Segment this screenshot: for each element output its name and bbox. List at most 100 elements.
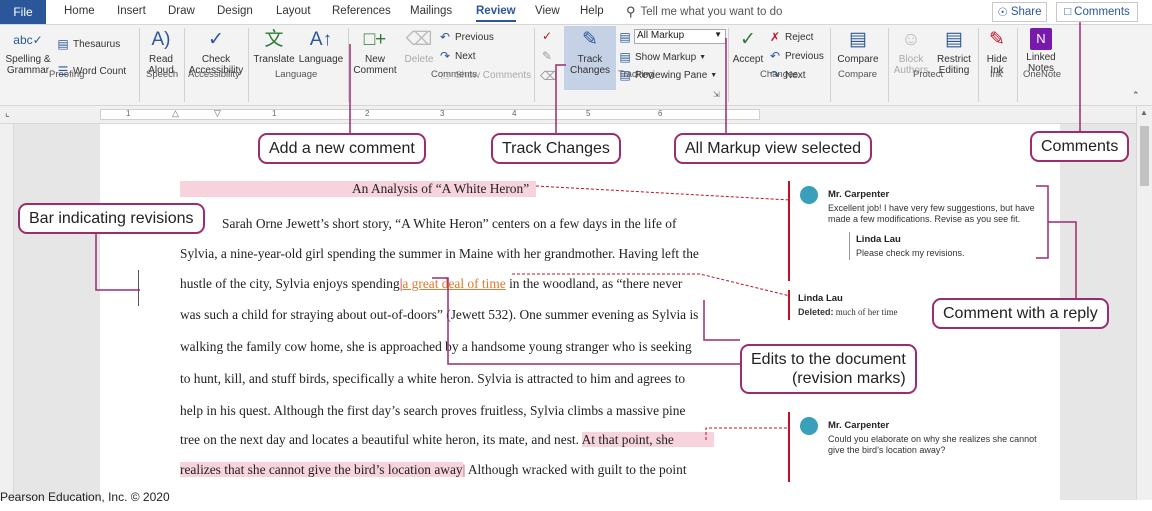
spelling-label-1: Spelling & — [5, 54, 51, 65]
paragraph-line[interactable]: tree on the next day and locates a beaut… — [180, 432, 714, 448]
tab-file[interactable]: File — [0, 0, 46, 24]
first-line-indent-icon[interactable]: ▽ — [214, 108, 221, 119]
tab-draw[interactable]: Draw — [168, 5, 195, 17]
previous-comment-button[interactable]: ↶ Previous — [438, 30, 494, 44]
paragraph-line[interactable]: realizes that she cannot give the bird’s… — [180, 462, 687, 478]
chevron-down-icon: ▼ — [714, 30, 722, 39]
tab-selector-icon[interactable]: ⌞ — [5, 108, 10, 119]
comment-icon: □ — [1064, 6, 1072, 18]
tab-layout[interactable]: Layout — [276, 5, 311, 17]
comments-button[interactable]: □ Comments — [1056, 2, 1138, 22]
new-comment-button[interactable]: □+ New Comment — [350, 28, 400, 76]
paragraph-line[interactable]: to hunt, kill, and stuff birds, specific… — [180, 371, 685, 387]
accept-label: Accept — [732, 54, 764, 65]
document-title[interactable]: An Analysis of “A White Heron” — [352, 181, 529, 197]
ruler-number: 3 — [440, 109, 445, 118]
comment-author: Mr. Carpenter — [828, 420, 890, 431]
pen-icon[interactable]: ✎ — [540, 49, 554, 63]
ruler-number: 4 — [512, 109, 517, 118]
next-comment-button[interactable]: ↷ Next — [438, 49, 476, 63]
group-divider — [348, 28, 349, 102]
comments-label: Comments — [1074, 6, 1130, 18]
translate-button[interactable]: 文 Translate — [252, 28, 296, 65]
compare-button[interactable]: ▤ Compare — [834, 28, 882, 65]
tab-references[interactable]: References — [332, 5, 391, 17]
scroll-up-icon[interactable]: ▲ — [1140, 108, 1148, 117]
ruler-number: 2 — [365, 109, 370, 118]
group-tracking: Tracking — [618, 69, 655, 80]
language-icon: A↑ — [309, 29, 333, 50]
tab-home[interactable]: Home — [64, 5, 95, 17]
tab-review[interactable]: Review — [476, 5, 516, 22]
callout-comment-reply: Comment with a reply — [932, 298, 1109, 329]
group-comments: Comments — [431, 69, 477, 80]
new-comment-label-1: New — [364, 54, 385, 65]
language-label: Language — [298, 54, 344, 65]
hide-ink-label-1: Hide — [986, 54, 1008, 65]
restrict-editing-label-2: Editing — [938, 65, 970, 76]
vertical-scrollbar[interactable]: ▲ — [1136, 106, 1152, 500]
share-button[interactable]: ☉ Share — [992, 2, 1047, 22]
previous-change-button[interactable]: ↶ Previous — [768, 49, 824, 63]
paragraph-line[interactable]: Sylvia, a nine-year-old girl spending th… — [180, 246, 699, 262]
chevron-down-icon: ▼ — [710, 71, 718, 79]
tab-mailings[interactable]: Mailings — [410, 5, 452, 17]
scrollbar-thumb[interactable] — [1140, 126, 1149, 186]
tracking-options-launcher-icon[interactable]: ⇲ — [713, 90, 720, 99]
deleted-text-balloon[interactable]: Deleted: much of her time — [798, 306, 898, 318]
ruler-number: 1 — [126, 109, 131, 118]
track-changes-button[interactable]: ✎ Track Changes — [565, 28, 615, 76]
paragraph-line[interactable]: walking the family cow home, she is appr… — [180, 339, 692, 355]
indent-marker-icon[interactable]: △ — [172, 108, 179, 119]
translate-label: Translate — [253, 54, 295, 65]
group-divider — [978, 28, 979, 102]
spelling-grammar-button[interactable]: abc✓ Spelling & Grammar — [4, 28, 52, 76]
paragraph-line[interactable]: was such a child for straying about out-… — [180, 307, 698, 323]
display-for-review-dropdown[interactable]: All Markup ▼ — [634, 29, 726, 44]
paragraph-line[interactable]: Sarah Orne Jewett’s short story, “A Whit… — [222, 216, 676, 232]
copyright-footer: Pearson Education, Inc. © 2020 — [0, 490, 170, 504]
revision-bar — [138, 270, 139, 306]
share-icon: ☉ — [997, 7, 1008, 19]
eraser-icon[interactable]: ⌫ — [540, 69, 557, 83]
accessibility-check-icon: ✓ — [208, 29, 224, 50]
group-divider — [248, 28, 249, 102]
reject-button[interactable]: ✗ Reject — [768, 30, 813, 44]
paragraph-line[interactable]: hustle of the city, Sylvia enjoys spendi… — [180, 276, 682, 292]
delete-comment-icon: ⌫ — [405, 29, 433, 50]
comment-text[interactable]: made a few modifications. Revise as you … — [828, 213, 1020, 225]
tab-insert[interactable]: Insert — [117, 5, 146, 17]
reply-text[interactable]: Please check my revisions. — [856, 247, 965, 259]
thesaurus-button[interactable]: ▤ Thesaurus — [56, 37, 120, 51]
paragraph-line[interactable]: help in his quest. Although the first da… — [180, 403, 685, 419]
commented-text[interactable]: At that point, she — [581, 432, 714, 447]
collapse-ribbon-icon[interactable]: ⌃ — [1132, 90, 1140, 101]
next-label: Next — [455, 50, 476, 62]
paragraph-text: in the woodland, as “there never — [505, 276, 683, 291]
inserted-text[interactable]: a great deal of time — [402, 276, 505, 291]
group-proofing: Proofing — [49, 69, 85, 80]
all-markup-value: All Markup — [637, 30, 685, 41]
accept-button[interactable]: ✓ Accept — [730, 28, 766, 65]
read-aloud-label-1: Read — [149, 54, 173, 65]
check-accessibility-label-1: Check — [201, 54, 231, 65]
markup-icon[interactable]: ✓ — [540, 29, 554, 43]
tell-me-label: Tell me what you want to do — [640, 6, 783, 18]
show-markup-button[interactable]: ▤ Show Markup ▼ — [618, 50, 706, 64]
tell-me-search[interactable]: ⚲ Tell me what you want to do — [626, 4, 782, 20]
tab-help[interactable]: Help — [580, 5, 604, 17]
tab-view[interactable]: View — [535, 5, 560, 17]
delete-comment-button[interactable]: ⌫ Delete — [402, 28, 436, 65]
linked-notes-button[interactable]: N Linked Notes — [1020, 28, 1062, 74]
tab-design[interactable]: Design — [217, 5, 253, 17]
group-divider — [830, 28, 831, 102]
language-button[interactable]: A↑ Language — [298, 28, 344, 65]
group-divider — [888, 28, 889, 102]
track-changes-icon: ✎ — [582, 29, 598, 50]
group-divider — [728, 28, 729, 102]
comment-text[interactable]: give the bird’s location away? — [828, 444, 945, 456]
commented-text[interactable]: realizes that she cannot give the bird’s… — [180, 462, 463, 477]
tracking-small-icons: ✓ ✎ ⌫ — [540, 29, 557, 83]
group-language: Language — [275, 69, 318, 80]
avatar — [800, 417, 818, 435]
